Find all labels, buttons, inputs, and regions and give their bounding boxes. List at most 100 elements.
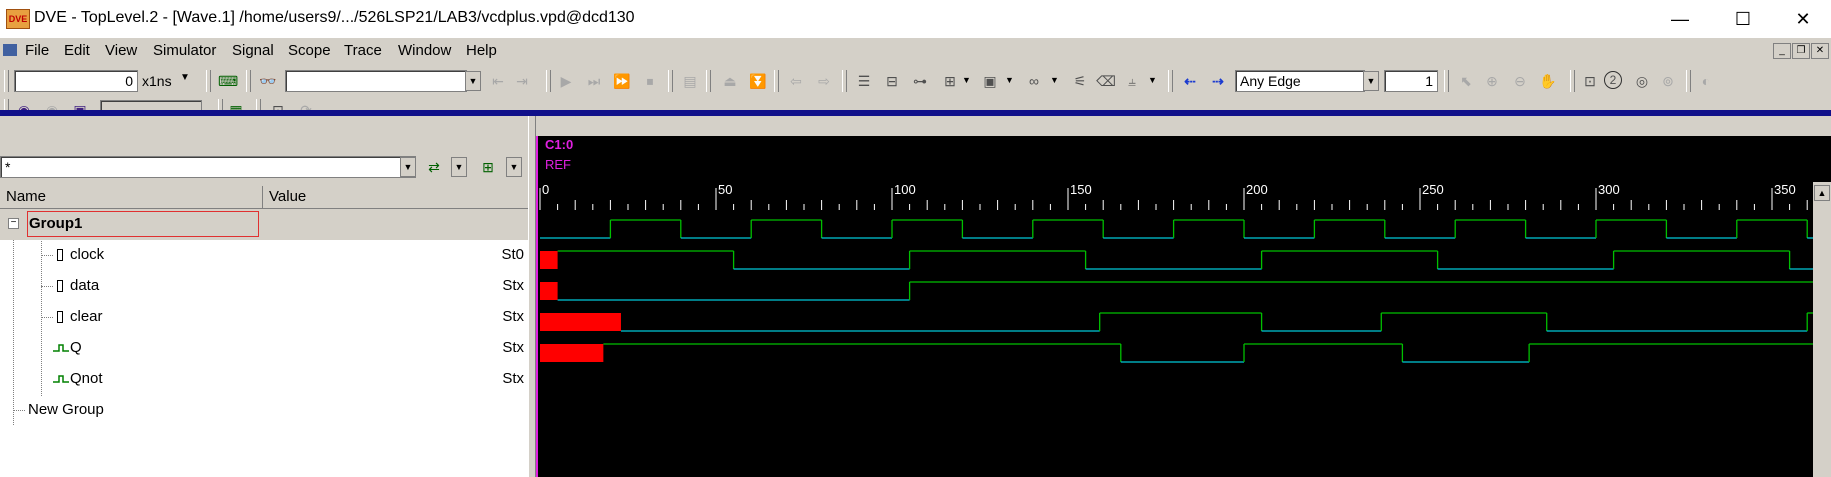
pane-splitter[interactable] (528, 116, 536, 477)
zoom-previous-icon[interactable]: ◐ (1696, 71, 1716, 91)
scroll-up-arrow[interactable]: ▲ (1814, 185, 1830, 201)
zoom-level-icon[interactable]: 2 (1604, 71, 1622, 89)
signal-name: data (70, 277, 100, 294)
search-input[interactable] (285, 70, 467, 92)
toolbar-grip[interactable] (1686, 70, 1691, 92)
save-icon[interactable]: ▤ (680, 71, 700, 91)
menu-scope[interactable]: Scope (288, 42, 331, 59)
binoculars-icon[interactable]: 👓 (258, 71, 278, 91)
source-icon[interactable]: ☰ (854, 71, 874, 91)
wire-signal-icon (53, 375, 69, 383)
close-button[interactable]: ✕ (1780, 4, 1826, 34)
drivers-icon[interactable]: ⚟ (1070, 71, 1090, 91)
zoom-out-icon[interactable]: ⊖ (1510, 71, 1530, 91)
menu-help[interactable]: Help (466, 42, 497, 59)
schematic-icon[interactable]: ⊟ (882, 71, 902, 91)
next-edge-icon[interactable]: ⇢ (1208, 71, 1228, 91)
menu-view[interactable]: View (105, 42, 137, 59)
mdi-restore-button[interactable]: ❐ (1792, 43, 1810, 59)
toolbar-grip[interactable] (1570, 70, 1575, 92)
signal-filter-input[interactable]: * (0, 156, 416, 178)
menu-signal[interactable]: Signal (232, 42, 274, 59)
zoom-full-icon[interactable]: ◎ (1632, 71, 1652, 91)
toolbar-grip[interactable] (1444, 70, 1449, 92)
filter-dropdown-arrow[interactable]: ▼ (400, 157, 416, 177)
stop-icon[interactable]: ⏹ (640, 71, 660, 91)
select-pointer-icon[interactable]: ⬉ (1456, 71, 1476, 91)
unknown-value-segment (540, 282, 558, 300)
waveform-view[interactable]: 0 50 100 150 200 250 300 350 (536, 180, 1831, 477)
search-dropdown-arrow[interactable]: ▼ (465, 71, 481, 91)
next-icon[interactable]: ⏭ (584, 71, 604, 91)
group-row[interactable]: − Group1 (0, 209, 528, 240)
mdi-close-button[interactable]: ✕ (1811, 43, 1829, 59)
forward-icon[interactable]: ⇨ (814, 71, 834, 91)
menu-simulator[interactable]: Simulator (153, 42, 216, 59)
edge-count-input[interactable]: 1 (1384, 70, 1438, 92)
zoom-cursor-icon[interactable]: ⊚ (1658, 71, 1678, 91)
trace-loads-icon[interactable]: ∞ (1024, 71, 1044, 91)
toolbar-grip[interactable] (774, 70, 779, 92)
cursor-label: C1:0 (545, 137, 574, 152)
signal-row[interactable]: Q Stx (0, 333, 528, 364)
find-next-icon[interactable]: ⇥ (512, 71, 532, 91)
menu-edit[interactable]: Edit (64, 42, 90, 59)
chevron-down-icon[interactable]: ▼ (1148, 75, 1157, 85)
memory-icon[interactable]: ▣ (980, 71, 1000, 91)
toolbar-grip[interactable] (706, 70, 711, 92)
pan-hand-icon[interactable]: ✋ (1538, 71, 1558, 91)
edge-type-select[interactable]: Any Edge (1235, 70, 1365, 92)
minimize-button[interactable]: — (1657, 4, 1703, 34)
time-ruler[interactable]: 0 50 100 150 200 250 300 350 (536, 180, 1831, 210)
toolbar-grip[interactable] (206, 70, 211, 92)
toolbar-grip[interactable] (842, 70, 847, 92)
cursor-line[interactable] (536, 180, 538, 477)
time-input[interactable]: 0 (14, 70, 138, 92)
chevron-down-icon[interactable]: ▼ (1050, 75, 1059, 85)
chevron-down-icon[interactable]: ▼ (962, 75, 971, 85)
maximize-button[interactable]: ☐ (1720, 4, 1766, 34)
path-schematic-icon[interactable]: ⊶ (910, 71, 930, 91)
menu-file[interactable]: File (25, 42, 49, 59)
signal-row[interactable]: data Stx (0, 271, 528, 302)
menu-window[interactable]: Window (398, 42, 451, 59)
back-icon[interactable]: ⇦ (786, 71, 806, 91)
signal-type-filter-icon[interactable]: ⇄ (424, 157, 444, 177)
scope-up-icon[interactable]: ⏏ (720, 71, 740, 91)
find-previous-icon[interactable]: ⇤ (488, 71, 508, 91)
signal-list: − Group1 clock St0 data Stx clear Stx Q … (0, 209, 528, 477)
name-column-header[interactable]: Name (0, 186, 263, 208)
trace-drivers-icon[interactable]: ⌨ (218, 71, 238, 91)
step-icon[interactable]: ▶ (556, 71, 576, 91)
list-icon[interactable]: ⊞ (940, 71, 960, 91)
toolbar-grip[interactable] (546, 70, 551, 92)
signal-row[interactable]: clear Stx (0, 302, 528, 333)
toolbar-grip[interactable] (1168, 70, 1173, 92)
toolbar-grip[interactable] (246, 70, 251, 92)
document-menu-icon[interactable] (3, 44, 17, 56)
new-group-row[interactable]: New Group (0, 395, 528, 426)
signal-row[interactable]: clock St0 (0, 240, 528, 271)
value-column-header[interactable]: Value (263, 186, 528, 208)
zoom-in-icon[interactable]: ⊕ (1482, 71, 1502, 91)
chevron-down-icon[interactable]: ▼ (1005, 75, 1014, 85)
toolbar-grip[interactable] (4, 70, 9, 92)
collapse-toggle-icon[interactable]: − (8, 218, 19, 229)
scope-down-icon[interactable]: ⏬ (748, 71, 768, 91)
menu-trace[interactable]: Trace (344, 42, 382, 59)
chevron-down-icon[interactable]: ▼ (506, 157, 522, 177)
signal-row[interactable]: Qnot Stx (0, 364, 528, 395)
zoom-fit-icon[interactable]: ⊡ (1580, 71, 1600, 91)
toolbar-grip[interactable] (668, 70, 673, 92)
run-icon[interactable]: ⏩ (612, 71, 632, 91)
time-unit-select[interactable]: x1ns (142, 73, 172, 89)
bus-icon[interactable]: ⫨ (1122, 71, 1142, 91)
edge-type-dropdown-arrow[interactable]: ▼ (1363, 71, 1379, 91)
vertical-scrollbar[interactable]: ▲ (1813, 182, 1831, 477)
chevron-down-icon[interactable]: ▼ (180, 72, 190, 83)
eraser-icon[interactable]: ⌫ (1096, 71, 1116, 91)
chevron-down-icon[interactable]: ▼ (451, 157, 467, 177)
mdi-minimize-button[interactable]: _ (1773, 43, 1791, 59)
previous-edge-icon[interactable]: ⇠ (1180, 71, 1200, 91)
display-filter-icon[interactable]: ⊞ (478, 157, 498, 177)
